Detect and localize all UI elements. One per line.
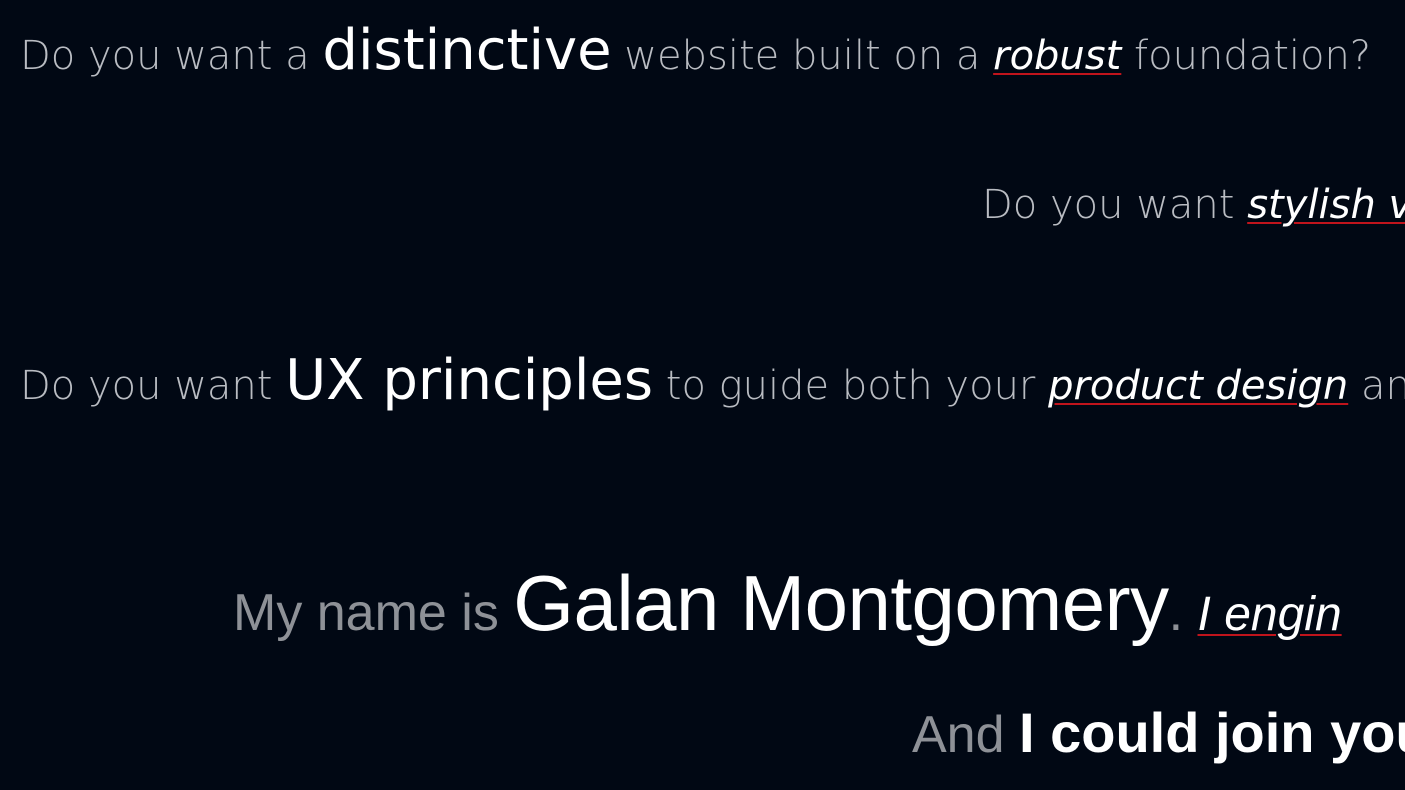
intro-prefix: My name is	[233, 584, 514, 642]
closing-statement: And I could join you	[912, 700, 1405, 765]
italic-underlined-phrase-stylish: stylish v	[1247, 182, 1405, 228]
headline-question-2: Do you want stylish v	[982, 182, 1405, 228]
closing-bold-text: I could join you	[1018, 701, 1405, 764]
italic-underlined-word-robust: robust	[993, 33, 1122, 79]
intro-italic-tagline: I engin	[1197, 588, 1342, 641]
author-name: Galan Montgomery	[513, 559, 1169, 647]
headline-question-1: Do you want a distinctive website built …	[20, 18, 1371, 83]
question-suffix: foundation?	[1121, 33, 1372, 79]
closing-prefix: And	[912, 706, 1019, 764]
intro-statement: My name is Galan Montgomery. I engin	[233, 558, 1342, 649]
intro-period: .	[1168, 584, 1184, 642]
emphasis-word-distinctive: distinctive	[322, 18, 612, 83]
question-middle: website built on a	[611, 33, 994, 79]
emphasis-phrase-ux-principles: UX principles	[285, 348, 654, 413]
italic-underlined-phrase-product-design: product design	[1048, 363, 1349, 409]
headline-question-3: Do you want UX principles to guide both …	[20, 348, 1405, 413]
question-middle: to guide both your	[653, 363, 1049, 409]
question-prefix: Do you want	[982, 182, 1248, 228]
question-prefix: Do you want	[20, 363, 286, 409]
question-suffix: an	[1348, 363, 1405, 409]
question-prefix: Do you want a	[20, 33, 323, 79]
